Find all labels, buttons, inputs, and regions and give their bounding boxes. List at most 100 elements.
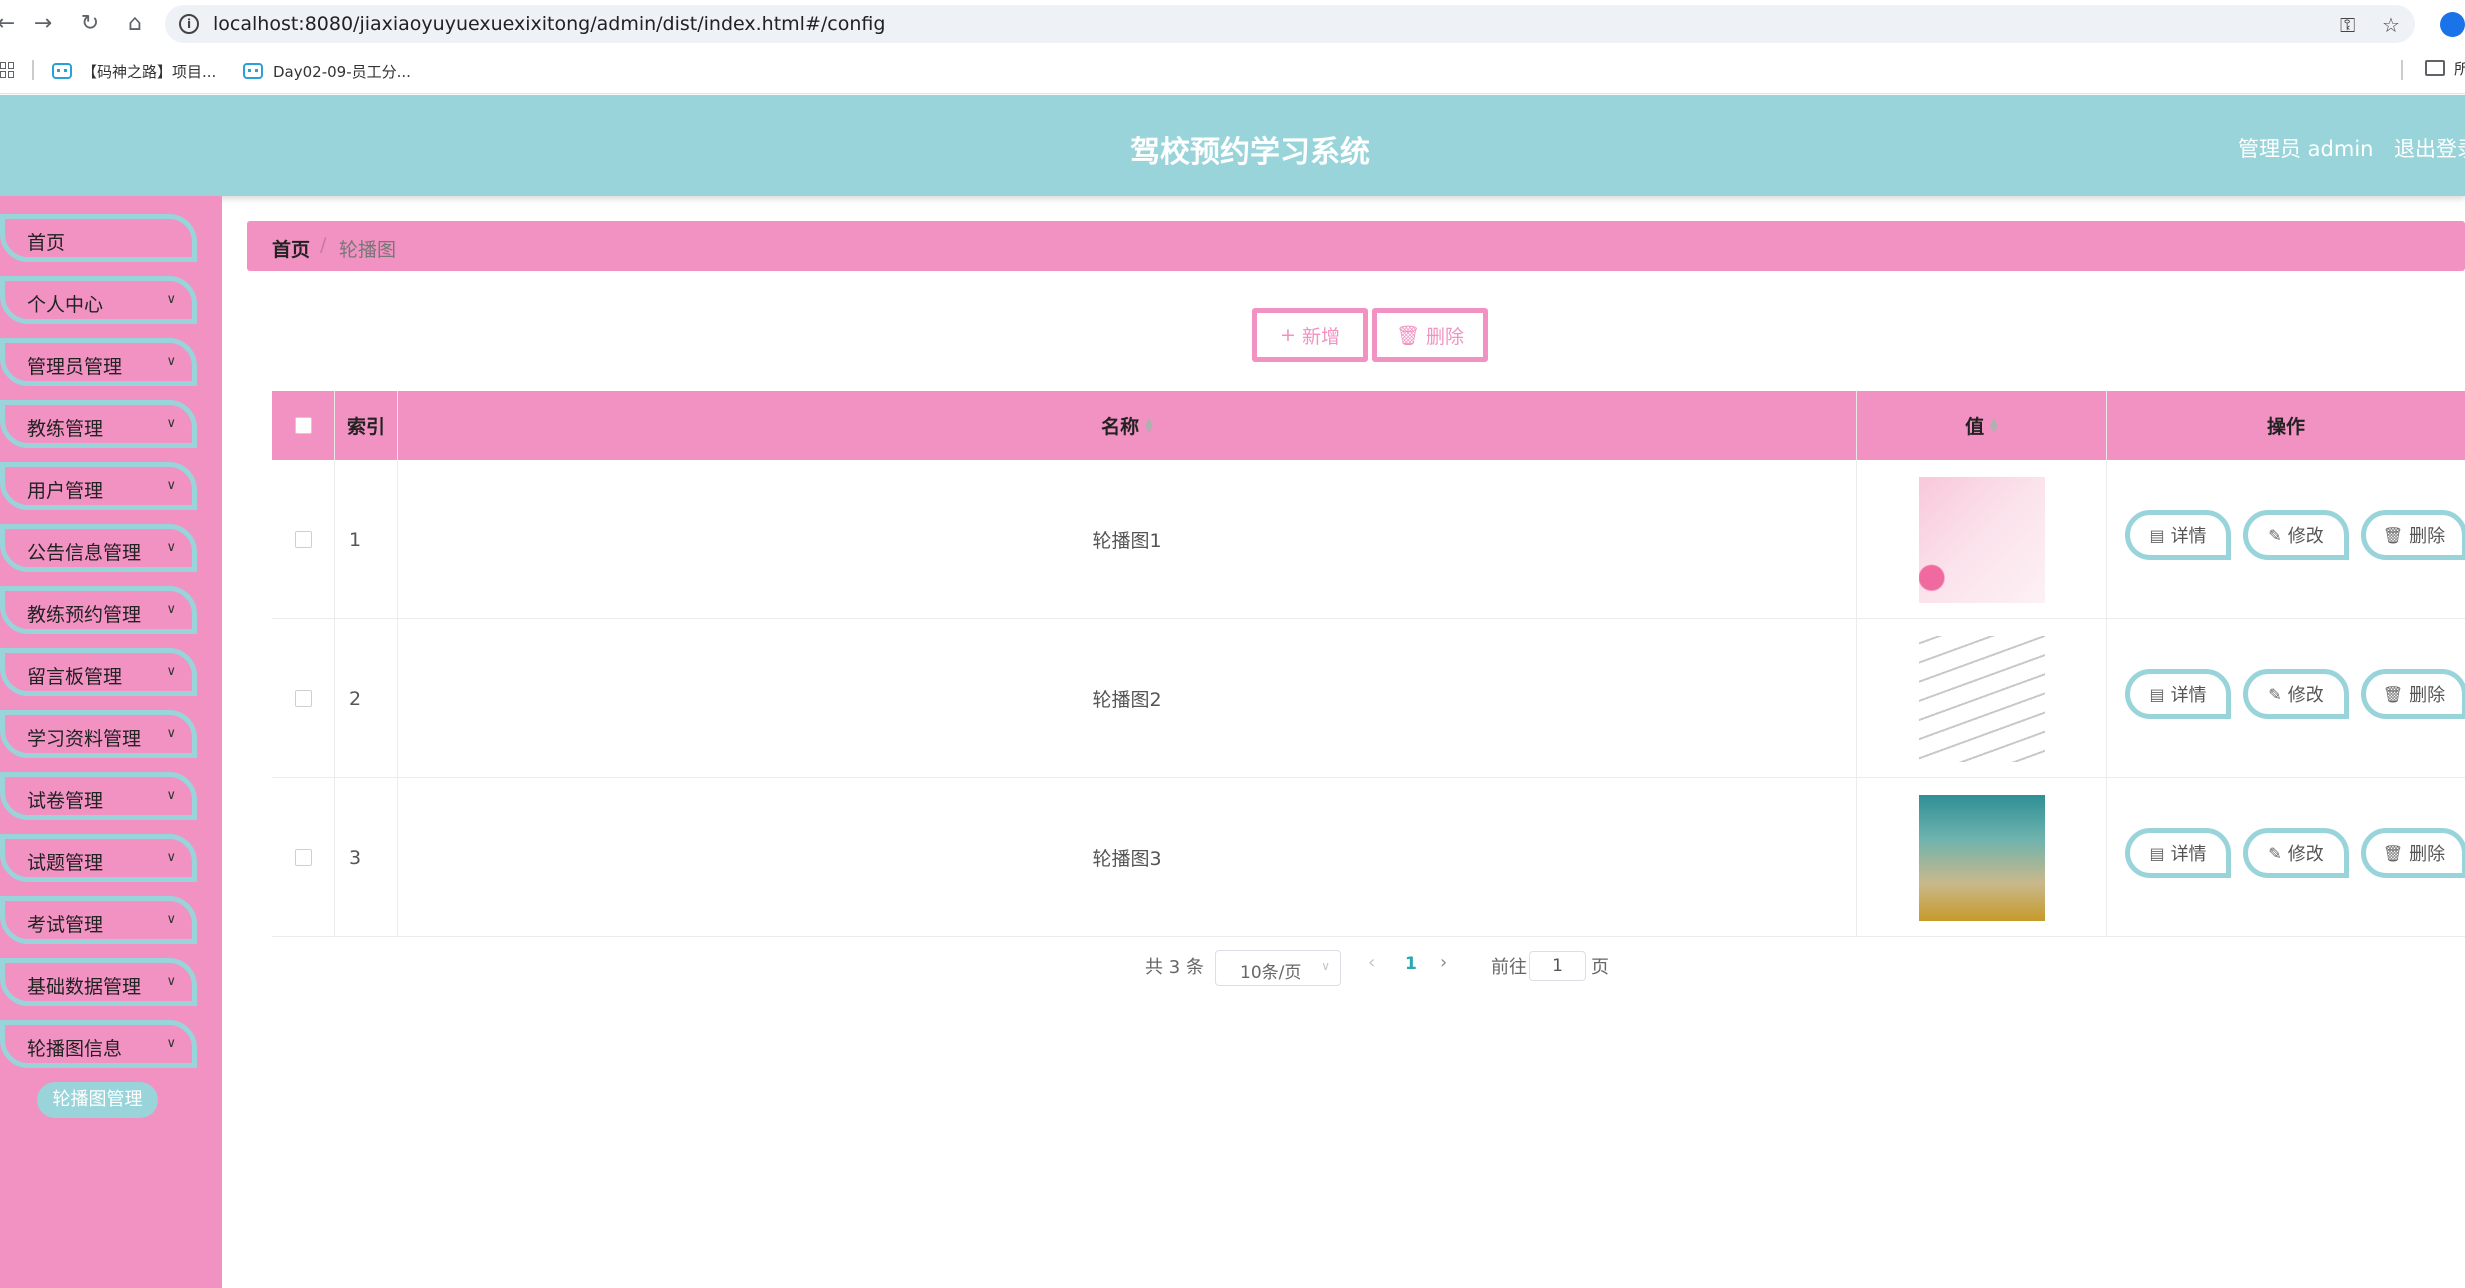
next-page-icon[interactable]: › bbox=[1440, 952, 1447, 973]
bookmark-label: 【码神之路】项目... bbox=[82, 62, 217, 81]
browser-toolbar: ← → ↻ ⌂ i localhost:8080/jiaxiaoyuyuexue… bbox=[0, 0, 2465, 48]
row-index: 1 bbox=[335, 460, 398, 619]
detail-button[interactable]: ▤ 详情 bbox=[2125, 828, 2231, 878]
profile-avatar-icon[interactable] bbox=[2440, 12, 2465, 37]
folder-icon[interactable] bbox=[2425, 60, 2445, 76]
sidebar-item[interactable]: 试题管理 ∨ bbox=[0, 834, 197, 882]
page-size-value: 10条/页 bbox=[1240, 963, 1302, 983]
chevron-down-icon: ∨ bbox=[166, 292, 176, 307]
bookmark-item[interactable]: 【码神之路】项目... bbox=[52, 58, 216, 84]
edit-button[interactable]: ✎ 修改 bbox=[2243, 510, 2349, 560]
password-key-icon[interactable]: ⚿ bbox=[2340, 13, 2355, 37]
apps-grid-icon[interactable] bbox=[0, 62, 14, 78]
delete-button[interactable]: 🗑 删除 bbox=[2361, 828, 2465, 878]
plus-icon: + bbox=[1280, 324, 1296, 346]
sidebar-subitem-carousel-management[interactable]: 轮播图管理 bbox=[37, 1082, 158, 1118]
all-bookmarks-label[interactable]: 所 bbox=[2454, 58, 2465, 79]
chevron-down-icon: ∨ bbox=[166, 664, 176, 679]
url-text: localhost:8080/jiaxiaoyuyuexuexixitong/a… bbox=[213, 13, 886, 35]
sidebar-item[interactable]: 试卷管理 ∨ bbox=[0, 772, 197, 820]
bookmarks-separator bbox=[32, 60, 34, 80]
column-header-value[interactable]: 值 ▲ ▼ bbox=[1857, 391, 2107, 460]
row-name: 轮播图1 bbox=[398, 460, 1857, 619]
edit-label: 修改 bbox=[2287, 526, 2324, 547]
add-button[interactable]: + 新增 bbox=[1252, 308, 1368, 362]
column-header-name[interactable]: 名称 ▲ ▼ bbox=[398, 391, 1857, 460]
column-header-index: 索引 bbox=[335, 391, 398, 460]
bilibili-icon bbox=[52, 63, 72, 79]
carousel-thumbnail bbox=[1918, 794, 2045, 921]
sidebar-item[interactable]: 公告信息管理 ∨ bbox=[0, 524, 197, 572]
trash-icon: 🗑 bbox=[1395, 324, 1421, 347]
sidebar-item-label: 留言板管理 bbox=[27, 666, 123, 688]
delete-label: 删除 bbox=[2409, 526, 2446, 547]
chevron-down-icon: ∨ bbox=[166, 354, 176, 369]
sidebar-item[interactable]: 基础数据管理 ∨ bbox=[0, 958, 197, 1006]
row-checkbox[interactable] bbox=[294, 690, 312, 707]
sidebar-item[interactable]: 留言板管理 ∨ bbox=[0, 648, 197, 696]
row-name: 轮播图2 bbox=[398, 619, 1857, 778]
trash-icon: 🗑 bbox=[2382, 525, 2404, 545]
chevron-down-icon: ∨ bbox=[166, 974, 176, 989]
table-row: 3 轮播图3 ▤ 详情 ✎ 修改 🗑 删除 bbox=[272, 778, 2465, 937]
detail-button[interactable]: ▤ 详情 bbox=[2125, 669, 2231, 719]
sort-icon[interactable]: ▲ ▼ bbox=[1145, 416, 1153, 434]
delete-label: 删除 bbox=[2409, 844, 2446, 865]
batch-delete-button[interactable]: 🗑 删除 bbox=[1372, 308, 1488, 362]
delete-button[interactable]: 🗑 删除 bbox=[2361, 510, 2465, 560]
sidebar-item[interactable]: 用户管理 ∨ bbox=[0, 462, 197, 510]
row-checkbox[interactable] bbox=[294, 849, 312, 866]
pagination-total: 共 3 条 bbox=[1145, 957, 1204, 978]
document-icon: ▤ bbox=[2149, 525, 2165, 545]
row-select-cell bbox=[272, 460, 335, 619]
breadcrumb-home[interactable]: 首页 bbox=[272, 235, 310, 262]
sidebar-item[interactable]: 个人中心 ∨ bbox=[0, 276, 197, 324]
sidebar-item-label: 试题管理 bbox=[27, 852, 104, 874]
pencil-icon: ✎ bbox=[2268, 684, 2282, 704]
delete-label: 删除 bbox=[2409, 685, 2446, 706]
sidebar-item[interactable]: 轮播图信息 ∨ bbox=[0, 1020, 197, 1068]
sidebar-item[interactable]: 管理员管理 ∨ bbox=[0, 338, 197, 386]
address-bar[interactable]: i localhost:8080/jiaxiaoyuyuexuexixitong… bbox=[165, 5, 2415, 43]
logout-button[interactable]: 退出登录 bbox=[2394, 133, 2465, 163]
sidebar-item-label: 试卷管理 bbox=[27, 790, 104, 812]
detail-button[interactable]: ▤ 详情 bbox=[2125, 510, 2231, 560]
document-icon: ▤ bbox=[2149, 684, 2165, 704]
sidebar-item[interactable]: 教练预约管理 ∨ bbox=[0, 586, 197, 634]
prev-page-icon[interactable]: ‹ bbox=[1368, 952, 1375, 973]
detail-label: 详情 bbox=[2170, 844, 2207, 865]
detail-label: 详情 bbox=[2170, 526, 2207, 547]
home-icon[interactable]: ⌂ bbox=[121, 10, 149, 38]
sidebar-item[interactable]: 首页 bbox=[0, 214, 197, 262]
trash-icon: 🗑 bbox=[2382, 684, 2404, 704]
sidebar-item[interactable]: 教练管理 ∨ bbox=[0, 400, 197, 448]
carousel-thumbnail bbox=[1918, 476, 2045, 603]
column-header-value-label: 值 bbox=[1965, 416, 1985, 438]
trash-icon: 🗑 bbox=[2382, 843, 2404, 863]
bookmark-star-icon[interactable]: ☆ bbox=[2382, 13, 2400, 37]
row-checkbox[interactable] bbox=[294, 531, 312, 548]
reload-icon[interactable]: ↻ bbox=[76, 10, 104, 38]
edit-button[interactable]: ✎ 修改 bbox=[2243, 828, 2349, 878]
column-header-name-label: 名称 bbox=[1101, 416, 1140, 438]
edit-button[interactable]: ✎ 修改 bbox=[2243, 669, 2349, 719]
site-info-icon[interactable]: i bbox=[179, 14, 199, 34]
table-row: 1 轮播图1 ▤ 详情 ✎ 修改 🗑 删除 bbox=[272, 460, 2465, 619]
app-header: 驾校预约学习系统 管理员 admin 退出登录 bbox=[0, 95, 2465, 196]
bookmark-item[interactable]: Day02-09-员工分... bbox=[243, 58, 411, 84]
page-number-current[interactable]: 1 bbox=[1405, 954, 1417, 974]
select-all-checkbox[interactable] bbox=[294, 417, 312, 434]
back-icon[interactable]: ← bbox=[0, 10, 20, 38]
sidebar-item-label: 教练预约管理 bbox=[27, 604, 142, 626]
sidebar-item[interactable]: 学习资料管理 ∨ bbox=[0, 710, 197, 758]
forward-icon[interactable]: → bbox=[29, 10, 57, 38]
delete-button[interactable]: 🗑 删除 bbox=[2361, 669, 2465, 719]
sidebar: 首页 个人中心 ∨ 管理员管理 ∨ 教练管理 ∨ 用户管理 ∨ 公告信息管理 ∨ 教练预约管理 ∨ 留言板… bbox=[0, 196, 222, 1288]
breadcrumb: 首页 / 轮播图 bbox=[247, 221, 2465, 271]
page-size-select[interactable]: 10条/页 ∨ bbox=[1215, 950, 1341, 986]
chevron-down-icon: ∨ bbox=[166, 478, 176, 493]
goto-page-input[interactable]: 1 bbox=[1529, 951, 1586, 981]
sidebar-item[interactable]: 考试管理 ∨ bbox=[0, 896, 197, 944]
chevron-down-icon: ∨ bbox=[166, 416, 176, 431]
sort-icon[interactable]: ▲ ▼ bbox=[1990, 416, 1998, 434]
